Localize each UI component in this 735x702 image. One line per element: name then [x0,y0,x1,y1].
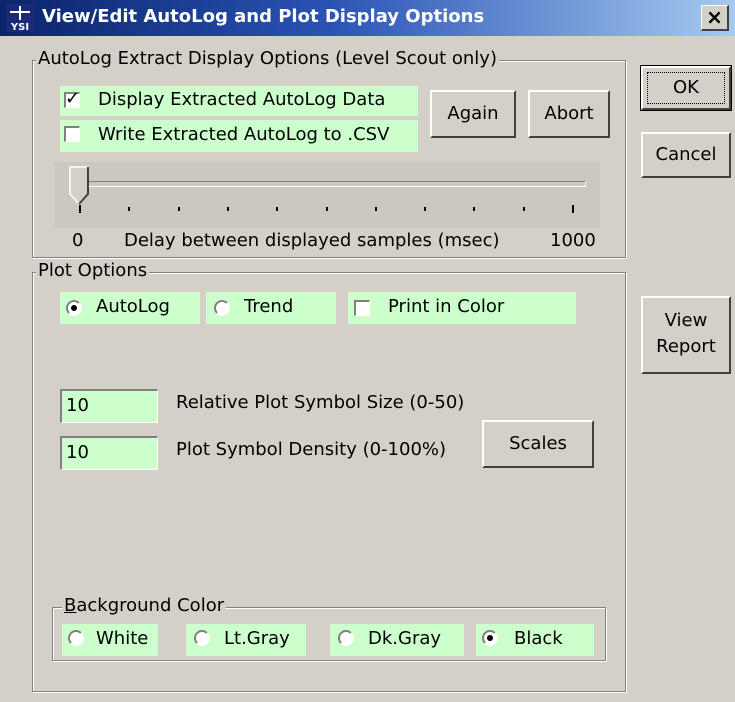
bg-ltgray-label: Lt.Gray [224,628,290,649]
symbol-density-input[interactable]: 10 [60,436,158,470]
again-button[interactable]: Again [430,90,516,138]
scales-button[interactable]: Scales [482,420,594,468]
close-icon: × [706,5,723,29]
slider-tick [325,207,328,211]
slider-min-label: 0 [72,230,84,251]
cancel-button[interactable]: Cancel [641,132,731,178]
view-report-button[interactable]: View Report [641,296,731,374]
slider-caption: Delay between displayed samples (msec) [124,230,500,251]
bg-white-label: White [96,628,149,649]
bg-ltgray-radio[interactable] [194,630,210,646]
bg-black-radio[interactable] [482,630,498,646]
slider-max-label: 1000 [550,230,596,251]
slider-thumb[interactable] [69,166,91,206]
slider-tick [79,205,81,213]
slider-tick [177,207,180,211]
symbol-density-label: Plot Symbol Density (0-100%) [176,439,447,460]
display-extracted-label: Display Extracted AutoLog Data [98,89,386,110]
close-button[interactable]: × [701,5,729,31]
slider-tick [128,207,131,211]
write-csv-checkbox[interactable] [64,126,80,142]
abort-button[interactable]: Abort [528,90,610,138]
bg-dkgray-radio[interactable] [338,630,354,646]
autolog-group-legend: AutoLog Extract Display Options (Level S… [36,48,499,69]
slider-tick [473,207,476,211]
bg-white-radio[interactable] [68,630,84,646]
ysi-logo-icon: YSI [6,4,34,32]
plot-options-legend: Plot Options [36,260,150,281]
display-extracted-checkbox[interactable]: ✓ [64,88,80,109]
autolog-radio-label: AutoLog [96,296,170,317]
background-color-legend-text: ackground Color [76,595,225,616]
ok-button[interactable]: OK [640,65,732,111]
window-title: View/Edit AutoLog and Plot Display Optio… [42,6,485,27]
print-color-checkbox[interactable] [354,300,370,316]
checkmark-icon: ✓ [65,88,81,109]
svg-text:YSI: YSI [10,22,29,32]
bg-dkgray-label: Dk.Gray [368,628,442,649]
slider-track [78,181,586,187]
slider-tick [374,207,377,211]
write-csv-label: Write Extracted AutoLog to .CSV [98,124,390,145]
bg-black-label: Black [514,628,563,649]
slider-tick [424,207,427,211]
trend-radio[interactable] [214,300,230,316]
title-bar[interactable]: YSI View/Edit AutoLog and Plot Display O… [0,0,735,36]
dialog-window: YSI View/Edit AutoLog and Plot Display O… [0,0,735,702]
background-color-legend: Background Color [62,595,227,616]
slider-tick [276,207,279,211]
symbol-size-input[interactable]: 10 [60,389,158,423]
slider-tick [572,205,574,213]
symbol-size-label: Relative Plot Symbol Size (0-50) [176,392,465,413]
print-color-label: Print in Color [388,296,505,317]
delay-slider[interactable] [54,162,600,228]
autolog-radio[interactable] [66,300,82,316]
slider-tick [226,207,229,211]
trend-radio-label: Trend [244,296,294,317]
slider-tick [522,207,525,211]
